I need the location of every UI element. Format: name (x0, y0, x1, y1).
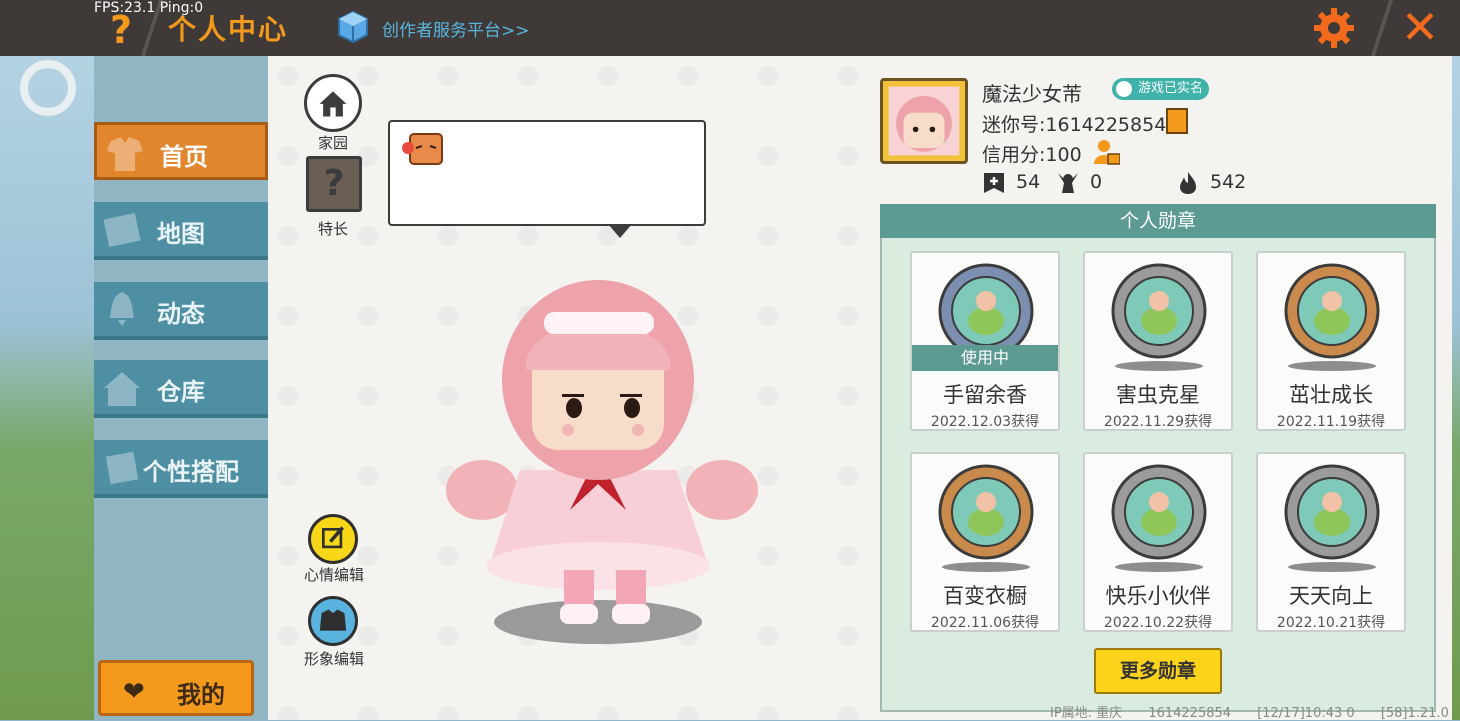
badge-name: 手留余香 (943, 383, 1027, 407)
ip-location: IP属地: 重庆 (1050, 706, 1123, 721)
badge-card[interactable]: 使用中手留余香 2022.12.03获得 (910, 251, 1060, 431)
fans-icon (1058, 172, 1078, 193)
footer-info: IP属地: 重庆 1614225854 [12/17]10:43 0 [58]1… (1050, 702, 1460, 721)
creator-platform-link[interactable]: 创作者服务平台>> (382, 16, 530, 41)
badge-date: 2022.10.21获得 (1276, 615, 1386, 631)
medal-icon (1111, 464, 1207, 560)
edit-mood-icon[interactable] (308, 514, 358, 564)
badge-date: 2022.11.29获得 (1103, 414, 1213, 430)
bubble-tail (608, 224, 632, 238)
medal-icon (1284, 263, 1380, 359)
skill-label: 特长 (317, 220, 348, 238)
sidebar-item-feed[interactable]: 动态 (94, 282, 268, 340)
medal-shadow (942, 562, 1030, 572)
flame-icon (1180, 171, 1196, 194)
sidebar-item-label: 仓库 (157, 378, 205, 406)
badge-panel-title: 个人勋章 (880, 204, 1436, 238)
badge-card[interactable]: 害虫克星 2022.11.29获得 (1083, 251, 1233, 431)
profile-avatar[interactable] (880, 78, 968, 164)
stat-reviews: 54 (982, 168, 1040, 196)
mine-label: 我的 (177, 681, 225, 709)
stat-value: 54 (1016, 171, 1041, 193)
help-button[interactable]: ? (104, 10, 138, 50)
gear-icon[interactable] (1312, 6, 1356, 50)
badge-name: 害虫克星 (1116, 383, 1200, 407)
footer-time: [12/17]10:43 0 (1257, 706, 1355, 721)
outfit-edit-icon[interactable] (308, 596, 358, 646)
home-label: 家园 (317, 134, 348, 152)
mood-emoji-icon (402, 133, 443, 165)
mine-button[interactable]: ❤ 我的 (98, 660, 254, 716)
header-divider (1370, 0, 1394, 56)
page-title: 个人中心 (168, 13, 289, 46)
more-badges-button[interactable]: 更多勋章 (1094, 648, 1222, 694)
sidebar-item-home[interactable]: 首页 (94, 122, 268, 180)
verified-badge: 游戏已实名 (1112, 78, 1210, 100)
stat-popularity: 542 (1176, 168, 1246, 196)
player-avatar-model[interactable] (440, 270, 770, 660)
medal-shadow (1115, 361, 1203, 371)
stat-value: 542 (1210, 171, 1247, 193)
credit-person-icon[interactable] (1094, 138, 1120, 166)
sidebar-item-label: 个性搭配 (143, 458, 239, 486)
badge-card[interactable]: 茁壮成长 2022.11.19获得 (1256, 251, 1406, 431)
badge-card[interactable]: 百变衣橱 2022.11.06获得 (910, 452, 1060, 632)
medal-shadow (1288, 361, 1376, 371)
medal-shadow (1288, 562, 1376, 572)
verified-label: 游戏已实名 (1138, 81, 1204, 96)
badge-name: 茁壮成长 (1289, 383, 1373, 407)
cube-icon[interactable] (336, 10, 370, 44)
home-button[interactable] (304, 74, 362, 132)
medal-icon (1111, 263, 1207, 359)
medal-icon (938, 464, 1034, 560)
heart-icon: ❤ (123, 677, 145, 707)
circle-indicator-icon[interactable] (20, 60, 76, 116)
sidebar-item-storage[interactable]: 仓库 (94, 360, 268, 418)
badge-date: 2022.11.19获得 (1276, 414, 1386, 430)
sidebar-item-map[interactable]: 地图 (94, 202, 268, 260)
sidebar-item-label: 首页 (160, 143, 208, 171)
skill-button[interactable]: ? (306, 156, 362, 212)
sidebar-item-label: 动态 (157, 300, 205, 328)
badge-name: 天天向上 (1289, 584, 1373, 608)
footer-uid: 1614225854 (1148, 706, 1232, 721)
in-use-tag: 使用中 (912, 345, 1058, 371)
badge-date: 2022.12.03获得 (930, 414, 1040, 430)
badge-date: 2022.10.22获得 (1103, 615, 1213, 631)
badge-date: 2022.11.06获得 (930, 615, 1040, 631)
mood-edit-label: 心情编辑 (303, 566, 364, 584)
badge-card[interactable]: 快乐小伙伴 2022.10.22获得 (1083, 452, 1233, 632)
sidebar-item-label: 地图 (157, 220, 205, 248)
copy-icon[interactable] (1166, 108, 1188, 134)
badge-name: 百变衣橱 (943, 584, 1027, 608)
nickname: 魔法少女芾 (982, 82, 1082, 106)
look-edit-label: 形象编辑 (303, 650, 364, 668)
mini-id: 迷你号:1614225854 (982, 114, 1167, 136)
medal-shadow (1115, 562, 1203, 572)
stat-fans: 0 (1056, 168, 1102, 196)
close-button[interactable]: ✕ (1398, 4, 1442, 50)
badge-card[interactable]: 天天向上 2022.10.21获得 (1256, 452, 1406, 632)
person-icon (1116, 81, 1132, 97)
plus-flag-icon (984, 172, 1004, 193)
stat-value: 0 (1090, 171, 1103, 193)
badge-name: 快乐小伙伴 (1105, 584, 1211, 608)
footer-version: [58]1.21.0 (1380, 706, 1449, 721)
sidebar-item-dress-up[interactable]: 个性搭配 (94, 440, 268, 498)
medal-icon (1284, 464, 1380, 560)
credit-score: 信用分:100 (982, 144, 1082, 166)
